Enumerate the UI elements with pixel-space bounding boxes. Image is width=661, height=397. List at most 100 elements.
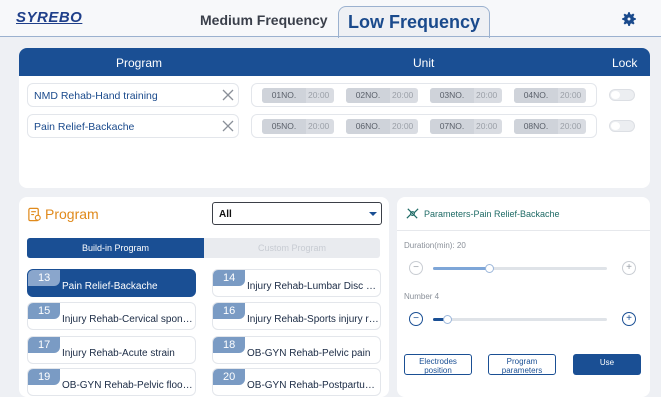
program-card[interactable]: 19 OB-GYN Rehab-Pelvic floor r... xyxy=(27,368,196,396)
header-divider xyxy=(0,36,661,37)
program-slot[interactable]: Pain Relief-Backache xyxy=(27,114,239,138)
program-parameters-button[interactable]: Program parameters xyxy=(488,354,556,375)
program-name: OB-GYN Rehab-Pelvic pain xyxy=(247,348,371,359)
button-line: position xyxy=(424,366,452,375)
program-panel: Program All Build-in Program Custom Prog… xyxy=(19,197,389,397)
unit-table-panel: Program Unit Lock NMD Rehab-Hand trainin… xyxy=(19,48,650,188)
program-card[interactable]: 17 Injury Rehab-Acute strain xyxy=(27,336,196,364)
number-minus-button[interactable]: − xyxy=(409,312,423,326)
tab-low-frequency[interactable]: Low Frequency xyxy=(338,6,490,38)
document-list-icon xyxy=(28,207,41,222)
unit-time: 20:00 xyxy=(476,121,498,131)
parameters-panel: Parameters-Pain Relief-Backache Duration… xyxy=(397,197,650,397)
number-plus-button[interactable]: + xyxy=(622,312,636,326)
program-filter-select[interactable]: All xyxy=(212,202,382,225)
unit-chip[interactable]: 01NO. 20:00 xyxy=(262,88,334,103)
duration-plus-button[interactable]: + xyxy=(622,261,636,275)
program-name: Injury Rehab-Cervical spond... xyxy=(62,314,194,325)
unit-time: 20:00 xyxy=(308,90,330,100)
program-name: Injury Rehab-Acute strain xyxy=(62,348,175,359)
unit-chip[interactable]: 04NO. 20:00 xyxy=(514,88,586,103)
program-card[interactable]: 15 Injury Rehab-Cervical spond... xyxy=(27,302,196,330)
unit-number: 07NO. xyxy=(430,119,474,134)
unit-chip[interactable]: 06NO. 20:00 xyxy=(346,119,418,134)
program-card[interactable]: 13 Pain Relief-Backache xyxy=(27,269,196,297)
duration-minus-button[interactable]: − xyxy=(409,261,423,275)
program-source-toggle: Build-in Program Custom Program xyxy=(27,238,380,258)
program-name: Pain Relief-Backache xyxy=(62,281,158,292)
tab-medium-frequency[interactable]: Medium Frequency xyxy=(200,12,328,28)
duration-slider[interactable] xyxy=(433,264,607,273)
program-card[interactable]: 18 OB-GYN Rehab-Pelvic pain xyxy=(212,336,381,364)
unit-chip[interactable]: 02NO. 20:00 xyxy=(346,88,418,103)
program-number: 13 xyxy=(28,270,60,286)
unit-time: 20:00 xyxy=(392,121,414,131)
program-number: 15 xyxy=(28,303,60,319)
unit-time: 20:00 xyxy=(560,121,582,131)
unit-chip[interactable]: 05NO. 20:00 xyxy=(262,119,334,134)
unit-chip[interactable]: 07NO. 20:00 xyxy=(430,119,502,134)
top-bar: SYREBO Medium Frequency Low Frequency xyxy=(0,0,661,38)
unit-number: 06NO. xyxy=(346,119,390,134)
gear-icon[interactable] xyxy=(620,10,638,28)
unit-time: 20:00 xyxy=(308,121,330,131)
parameters-title: Parameters-Pain Relief-Backache xyxy=(424,209,560,219)
unit-chip[interactable]: 03NO. 20:00 xyxy=(430,88,502,103)
program-panel-title: Program xyxy=(45,206,99,222)
table-row: Pain Relief-Backache 05NO. 20:00 06NO. 20:… xyxy=(19,114,650,138)
electrodes-position-button[interactable]: Electrodes position xyxy=(404,354,472,375)
program-slot-name: Pain Relief-Backache xyxy=(34,121,135,133)
program-number: 18 xyxy=(213,337,245,353)
segment-build-in[interactable]: Build-in Program xyxy=(27,238,204,258)
unit-number: 01NO. xyxy=(262,88,306,103)
header-program: Program xyxy=(116,56,163,70)
unit-chip[interactable]: 08NO. 20:00 xyxy=(514,119,586,134)
unit-time: 20:00 xyxy=(560,90,582,100)
close-icon[interactable] xyxy=(222,120,234,132)
unit-group: 05NO. 20:00 06NO. 20:00 07NO. 20:00 08NO. 20… xyxy=(251,114,597,138)
header-unit: Unit xyxy=(413,56,435,70)
header-lock: Lock xyxy=(612,56,638,70)
program-name: OB-GYN Rehab-Pelvic floor r... xyxy=(62,380,194,391)
number-label: Number 4 xyxy=(404,292,440,301)
caret-down-icon xyxy=(369,212,377,216)
duration-label: Duration(min): 20 xyxy=(404,241,466,250)
brand-logo: SYREBO xyxy=(16,9,83,26)
program-card[interactable]: 20 OB-GYN Rehab-Postpartum ... xyxy=(212,368,381,396)
button-line: parameters xyxy=(501,366,543,375)
program-name: OB-GYN Rehab-Postpartum ... xyxy=(247,380,379,391)
unit-number: 03NO. xyxy=(430,88,474,103)
program-card[interactable]: 16 Injury Rehab-Sports injury re... xyxy=(212,302,381,330)
number-slider[interactable] xyxy=(433,315,607,324)
program-number: 19 xyxy=(28,369,60,385)
table-row: NMD Rehab-Hand training 01NO. 20:00 02NO.… xyxy=(19,83,650,107)
duration-slider-fill xyxy=(433,267,489,270)
lock-toggle[interactable] xyxy=(609,120,635,132)
lock-toggle[interactable] xyxy=(609,89,635,101)
program-filter-value: All xyxy=(219,209,232,220)
button-line: Program xyxy=(506,357,538,366)
program-slot-name: NMD Rehab-Hand training xyxy=(34,90,158,102)
electrode-wave-icon xyxy=(406,208,419,219)
duration-slider-handle[interactable] xyxy=(485,264,494,273)
unit-table-header: Program Unit Lock xyxy=(19,48,650,76)
program-number: 16 xyxy=(213,303,245,319)
use-button[interactable]: Use xyxy=(573,354,641,375)
unit-number: 08NO. xyxy=(514,119,558,134)
unit-number: 04NO. xyxy=(514,88,558,103)
unit-time: 20:00 xyxy=(476,90,498,100)
program-name: Injury Rehab-Lumbar Disc H... xyxy=(247,281,379,292)
program-slot[interactable]: NMD Rehab-Hand training xyxy=(27,83,239,107)
program-number: 20 xyxy=(213,369,245,385)
segment-custom[interactable]: Custom Program xyxy=(204,238,380,258)
number-slider-handle[interactable] xyxy=(443,315,452,324)
unit-group: 01NO. 20:00 02NO. 20:00 03NO. 20:00 04NO. 20… xyxy=(251,83,597,107)
program-card[interactable]: 14 Injury Rehab-Lumbar Disc H... xyxy=(212,269,381,297)
button-line: Electrodes xyxy=(419,357,457,366)
unit-number: 05NO. xyxy=(262,119,306,134)
parameters-divider xyxy=(397,230,650,231)
program-name: Injury Rehab-Sports injury re... xyxy=(247,314,379,325)
close-icon[interactable] xyxy=(222,89,234,101)
unit-time: 20:00 xyxy=(392,90,414,100)
unit-number: 02NO. xyxy=(346,88,390,103)
